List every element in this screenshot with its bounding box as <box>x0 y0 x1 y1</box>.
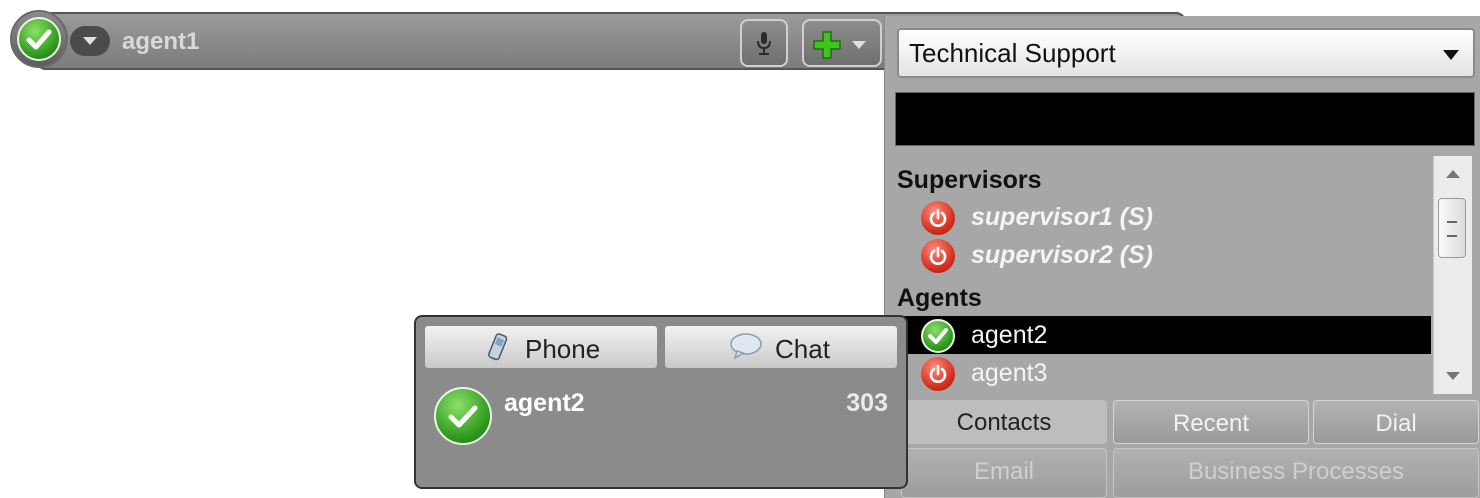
chevron-down-icon <box>1443 50 1459 60</box>
tab-recent[interactable]: Recent <box>1113 400 1309 444</box>
scroll-down-icon[interactable] <box>1446 372 1460 380</box>
department-select[interactable]: Technical Support <box>897 28 1475 78</box>
chat-button[interactable]: Chat <box>664 325 898 369</box>
list-item[interactable]: supervisor1 (S) <box>897 198 1431 236</box>
scroll-up-icon[interactable] <box>1446 170 1460 178</box>
contact-name: supervisor2 (S) <box>971 241 1154 269</box>
plus-icon <box>813 31 841 59</box>
microphone-icon <box>757 32 771 55</box>
contacts-panel: Technical Support Supervisors supervisor… <box>884 16 1480 498</box>
check-icon <box>434 387 492 445</box>
tab-contacts[interactable]: Contacts <box>901 400 1107 444</box>
contact-list-scrollbar[interactable] <box>1433 156 1472 394</box>
chat-label: Chat <box>775 334 830 364</box>
scroll-thumb[interactable] <box>1438 198 1466 258</box>
power-icon <box>921 239 955 273</box>
power-icon <box>921 357 955 391</box>
group-header-supervisors: Supervisors <box>897 166 1042 194</box>
contact-name: agent3 <box>971 359 1048 387</box>
phone-icon <box>488 333 508 361</box>
agent-detail-popup: Phone Chat agent2 303 <box>414 315 908 489</box>
list-item[interactable]: agent2 <box>897 316 1431 354</box>
contact-list: Supervisors supervisor1 (S) supervisor2 … <box>885 156 1433 394</box>
phone-label: Phone <box>525 334 601 364</box>
popup-agent-extension: 303 <box>846 389 888 417</box>
group-header-agents: Agents <box>897 284 982 312</box>
check-icon <box>17 17 61 61</box>
current-agent-name: agent1 <box>122 28 200 55</box>
power-icon <box>921 201 955 235</box>
tab-email[interactable]: Email <box>901 448 1107 498</box>
tab-dial[interactable]: Dial <box>1313 400 1479 444</box>
contact-search-input[interactable] <box>895 92 1475 146</box>
list-item[interactable]: supervisor2 (S) <box>897 236 1431 274</box>
agent-status-button[interactable] <box>10 10 68 68</box>
contact-name: agent2 <box>971 321 1048 349</box>
add-dropdown-chevron-icon <box>852 41 866 49</box>
add-button[interactable] <box>802 19 882 67</box>
contact-name: supervisor1 (S) <box>971 203 1154 231</box>
chat-bubble-icon <box>730 333 762 360</box>
tab-business-processes[interactable]: Business Processes <box>1113 448 1479 498</box>
status-dropdown-chevron-icon[interactable] <box>70 26 110 56</box>
department-select-value: Technical Support <box>909 38 1116 68</box>
phone-button[interactable]: Phone <box>424 325 658 369</box>
microphone-button[interactable] <box>740 19 788 67</box>
popup-agent-name: agent2 <box>504 389 585 417</box>
list-item[interactable]: agent3 <box>897 354 1431 392</box>
check-icon <box>921 319 955 353</box>
